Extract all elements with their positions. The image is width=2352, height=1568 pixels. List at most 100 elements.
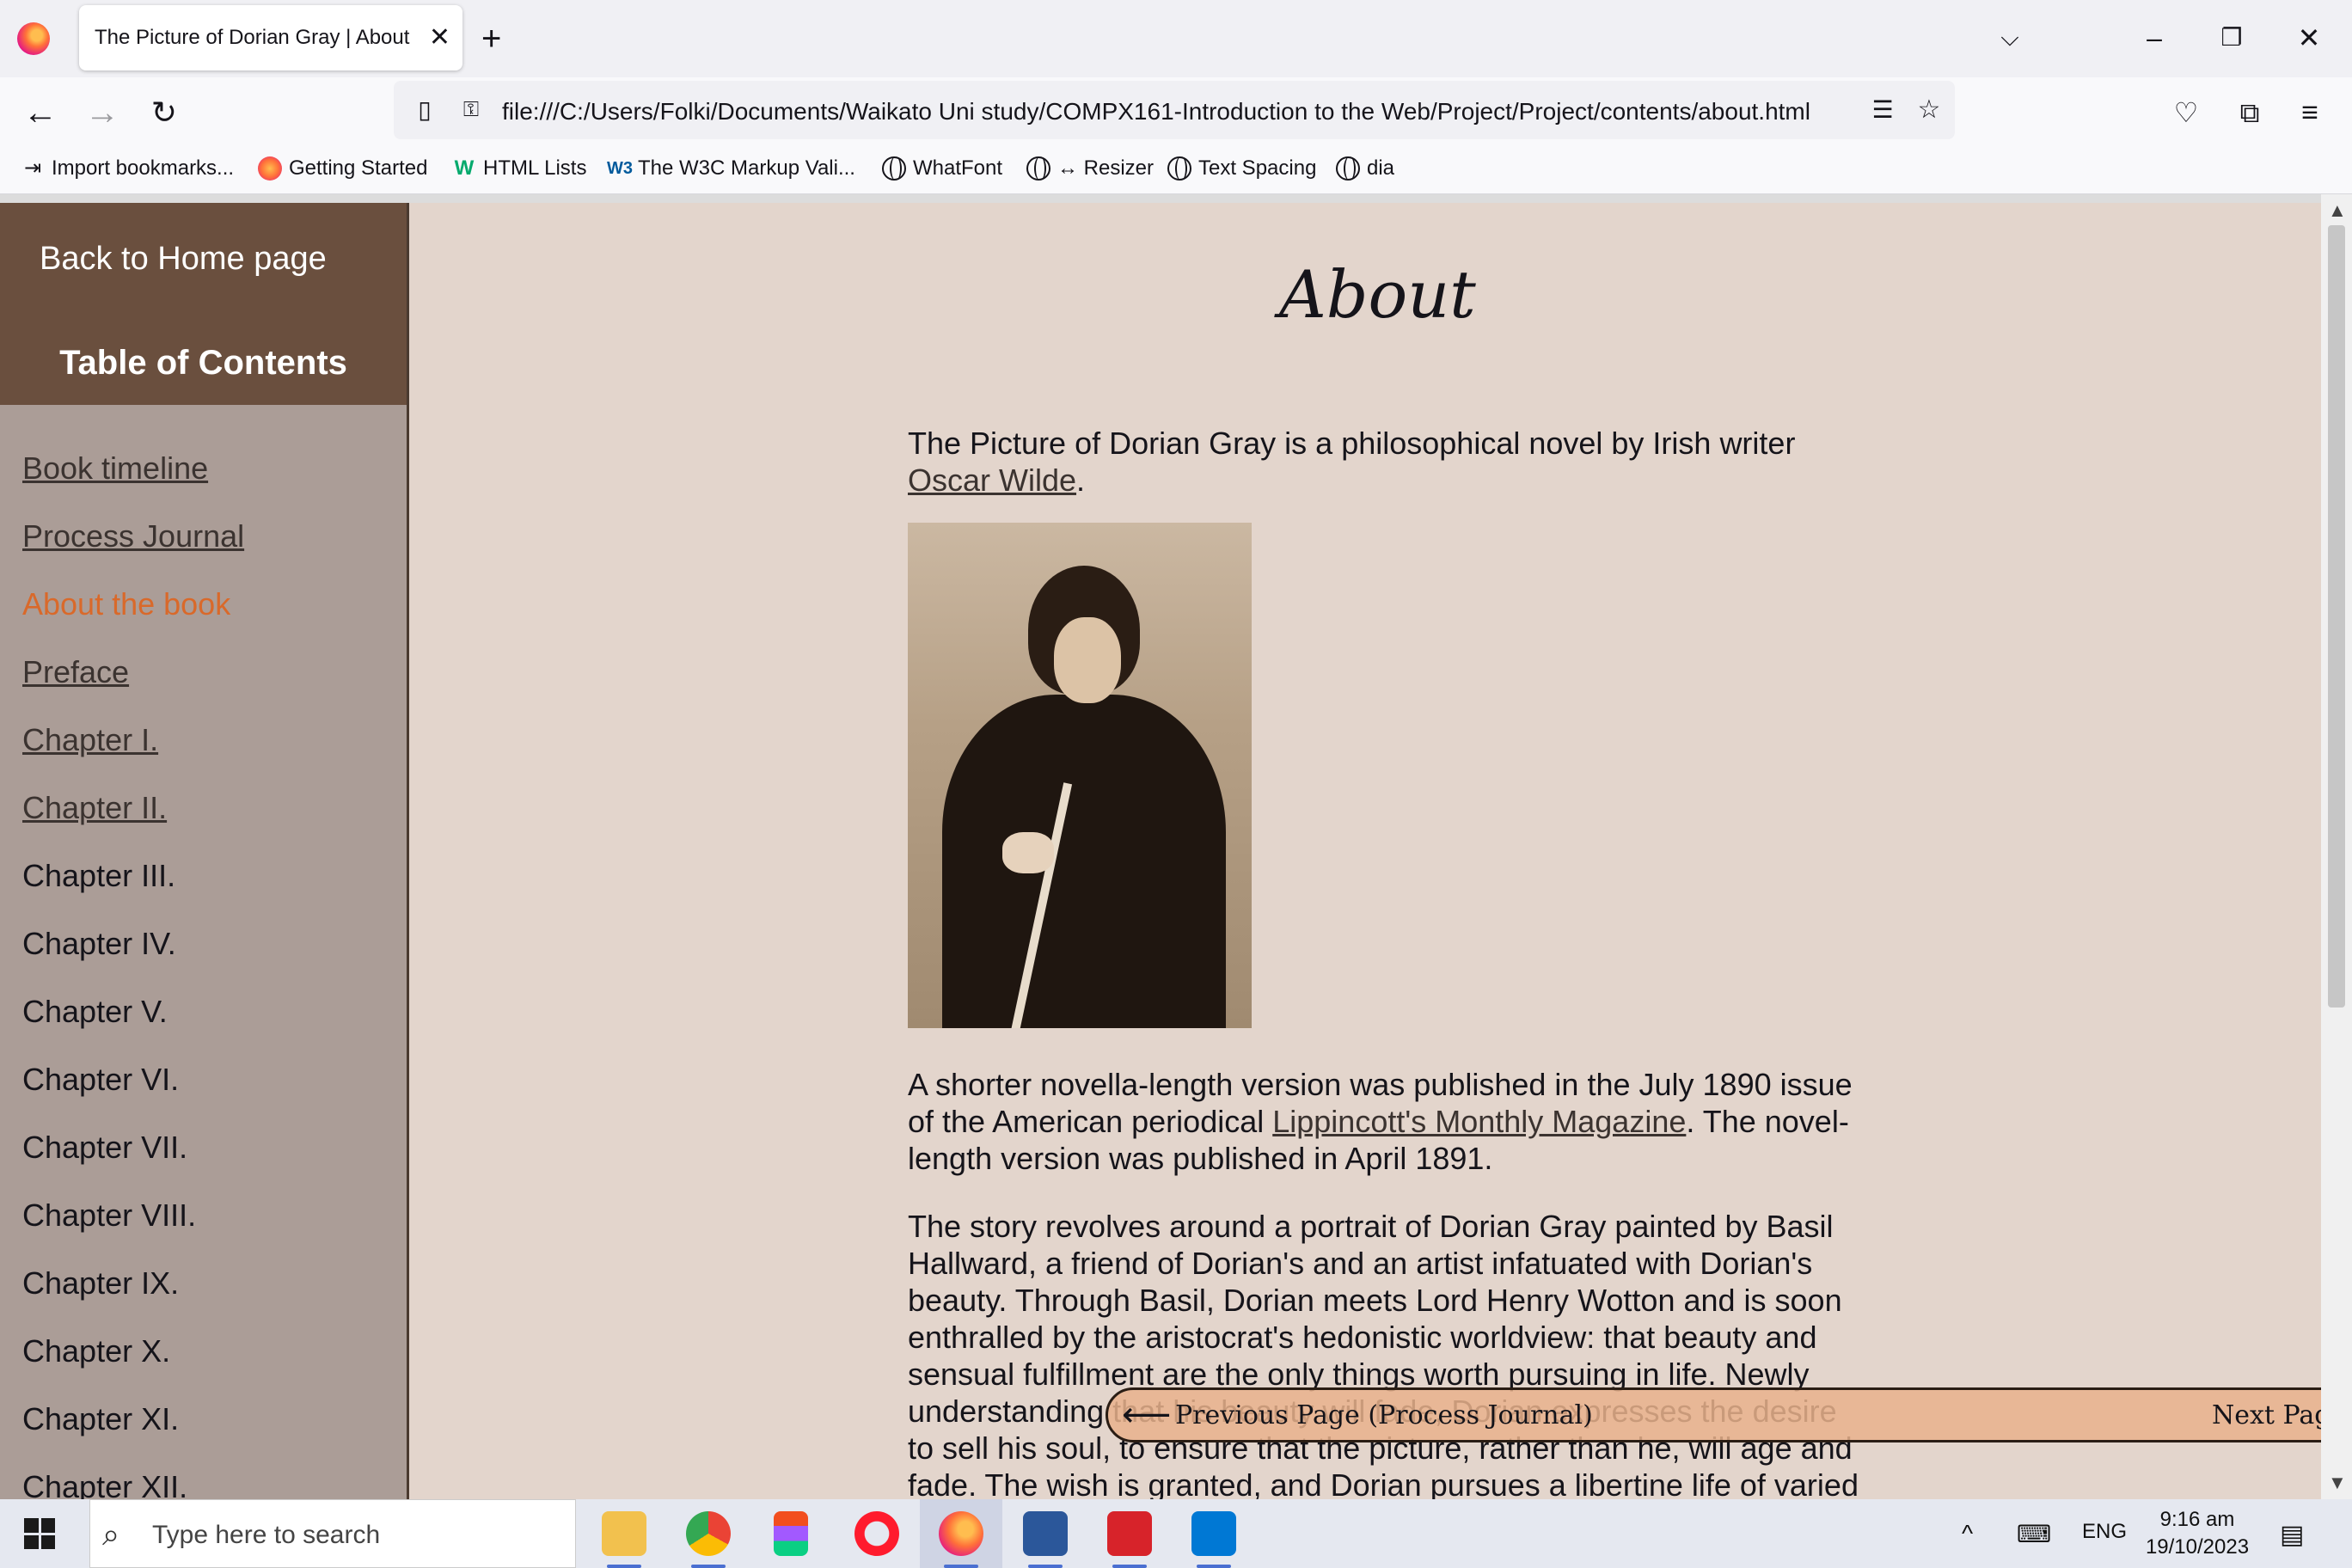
- bookmark-w3c-validator[interactable]: W3 The W3C Markup Vali...: [607, 156, 855, 181]
- close-tab-icon[interactable]: ✕: [429, 21, 450, 55]
- permissions-icon[interactable]: ⚿: [452, 91, 490, 129]
- oscar-wilde-link[interactable]: Oscar Wilde: [908, 462, 1076, 498]
- intro-paragraph: The Picture of Dorian Gray is a philosop…: [908, 425, 1871, 499]
- toc-item[interactable]: Book timeline: [22, 450, 208, 487]
- opera-icon[interactable]: [854, 1511, 899, 1556]
- bookmark-getting-started[interactable]: Getting Started: [258, 156, 427, 181]
- forward-icon[interactable]: →: [81, 91, 124, 134]
- word-icon[interactable]: [1023, 1511, 1068, 1556]
- firefox-icon: [258, 156, 282, 181]
- list-all-tabs-icon[interactable]: ⌵: [1984, 14, 2036, 62]
- scroll-up-icon[interactable]: ▲: [2328, 199, 2347, 222]
- oscar-wilde-portrait: [908, 523, 1252, 1028]
- toc-item[interactable]: Chapter VII.: [22, 1130, 187, 1166]
- search-icon: ⌕: [102, 1516, 120, 1552]
- toc-item[interactable]: Chapter II.: [22, 790, 167, 826]
- toc-item[interactable]: Preface: [22, 654, 129, 690]
- back-to-home-link[interactable]: Back to Home page: [40, 241, 327, 278]
- toc-item[interactable]: Chapter IV.: [22, 926, 176, 962]
- minimize-icon[interactable]: –: [2128, 14, 2180, 62]
- page-navigation-bar: ⟵ Previous Page (Process Journal) Next P…: [1106, 1387, 2352, 1442]
- running-indicator: [691, 1565, 726, 1568]
- bookmark-label: Text Spacing: [1198, 156, 1317, 180]
- intro-text: The Picture of Dorian Gray is a philosop…: [908, 426, 1796, 461]
- toc-item[interactable]: Process Journal: [22, 518, 244, 554]
- clock-date: 19/10/2023: [2145, 1535, 2250, 1559]
- toc-item[interactable]: Chapter X.: [22, 1333, 170, 1369]
- notifications-icon[interactable]: ▤: [2280, 1520, 2304, 1550]
- bookmark-html-lists[interactable]: W HTML Lists: [452, 156, 587, 181]
- running-indicator: [1112, 1565, 1147, 1568]
- scroll-down-icon[interactable]: ▼: [2328, 1472, 2347, 1494]
- back-icon[interactable]: ←: [19, 91, 62, 134]
- pocket-icon[interactable]: ♡: [2165, 91, 2208, 134]
- acrobat-icon[interactable]: [1107, 1511, 1152, 1556]
- page-title: About: [1279, 256, 1476, 333]
- bookmark-label: ↔ Resizer: [1057, 156, 1155, 180]
- touch-keyboard-icon[interactable]: ⌨: [2017, 1520, 2051, 1548]
- bookmark-label: WhatFont: [913, 156, 1003, 180]
- reload-icon[interactable]: ↻: [143, 91, 186, 134]
- toc-item[interactable]: Chapter V.: [22, 994, 168, 1030]
- bookmark-label: Import bookmarks...: [52, 156, 235, 180]
- import-icon: ⇥: [23, 156, 42, 180]
- globe-icon: [882, 156, 906, 181]
- scrollbar-thumb[interactable]: [2328, 225, 2345, 1008]
- running-indicator: [944, 1565, 978, 1568]
- toc-title: Table of Contents: [59, 344, 347, 382]
- sidebar-header: Back to Home page Table of Contents: [0, 203, 407, 405]
- menu-icon[interactable]: ≡: [2288, 91, 2331, 134]
- system-clock[interactable]: 9:16 am 19/10/2023: [2135, 1506, 2259, 1561]
- restore-icon[interactable]: ❐: [2206, 14, 2257, 62]
- running-indicator: [1028, 1565, 1063, 1568]
- new-tab-icon[interactable]: +: [481, 17, 501, 60]
- chrome-icon[interactable]: [686, 1511, 731, 1556]
- bookmark-label: dia: [1367, 156, 1395, 180]
- firefox-taskbar-icon[interactable]: [939, 1511, 983, 1556]
- figma-icon[interactable]: [774, 1511, 808, 1556]
- toc-item[interactable]: Chapter IX.: [22, 1265, 179, 1302]
- url-text[interactable]: file:///C:/Users/Folki/Documents/Waikato…: [502, 98, 1810, 126]
- taskbar-search[interactable]: ⌕ Type here to search: [89, 1499, 576, 1568]
- bookmark-dia[interactable]: dia: [1336, 156, 1394, 181]
- bookmark-star-icon[interactable]: ☆: [1910, 91, 1948, 129]
- w3schools-icon: W: [454, 156, 475, 180]
- vscode-icon[interactable]: [1191, 1511, 1236, 1556]
- story-paragraph: The story revolves around a portrait of …: [908, 1209, 1859, 1499]
- address-bar[interactable]: ▯ ⚿ file:///C:/Users/Folki/Documents/Wai…: [394, 81, 1955, 139]
- navigation-toolbar: ← → ↻ ▯ ⚿ file:///C:/Users/Folki/Documen…: [0, 77, 2352, 146]
- toc-item[interactable]: Chapter VIII.: [22, 1197, 196, 1234]
- bookmark-whatfont[interactable]: WhatFont: [882, 156, 1002, 181]
- toc-item[interactable]: Chapter VI.: [22, 1062, 179, 1098]
- windows-start-icon[interactable]: [24, 1518, 55, 1549]
- page-scrollbar[interactable]: ▲ ▼: [2321, 194, 2352, 1499]
- bookmarks-toolbar: ⇥ Import bookmarks... Getting Started W HT…: [0, 146, 2352, 194]
- bookmark-text-spacing[interactable]: Text Spacing: [1167, 156, 1316, 181]
- file-explorer-icon[interactable]: [602, 1511, 646, 1556]
- bookmark-label: Getting Started: [289, 156, 428, 180]
- lippincotts-link[interactable]: Lippincott's Monthly Magazine: [1272, 1104, 1686, 1139]
- bookmark-label: The W3C Markup Vali...: [638, 156, 855, 180]
- toc-item[interactable]: About the book: [22, 586, 230, 622]
- tab-active[interactable]: The Picture of Dorian Gray | About ✕: [79, 5, 462, 70]
- publication-paragraph: A shorter novella-length version was pub…: [908, 1066, 1871, 1177]
- extensions-icon[interactable]: ⧉: [2228, 91, 2271, 134]
- toc-item[interactable]: Chapter I.: [22, 722, 158, 758]
- intro-end: .: [1076, 462, 1086, 498]
- tab-title: The Picture of Dorian Gray | About: [95, 26, 410, 49]
- bookmark-resizer[interactable]: ↔ Resizer: [1026, 156, 1154, 181]
- left-arrow-icon[interactable]: ⟵: [1122, 1395, 1171, 1435]
- clock-time: 9:16 am: [2159, 1508, 2235, 1531]
- toc-item[interactable]: Chapter III.: [22, 858, 175, 894]
- page-viewport: Back to Home page Table of Contents Book…: [0, 194, 2352, 1499]
- close-window-icon[interactable]: ✕: [2283, 14, 2335, 62]
- toc-item[interactable]: Chapter XII.: [22, 1469, 187, 1499]
- firefox-icon[interactable]: [17, 22, 50, 55]
- show-hidden-icons-icon[interactable]: ^: [1962, 1520, 1973, 1547]
- bookmark-import[interactable]: ⇥ Import bookmarks...: [21, 156, 234, 181]
- previous-page-link[interactable]: Previous Page (Process Journal): [1175, 1400, 1593, 1430]
- toc-item[interactable]: Chapter XI.: [22, 1401, 179, 1437]
- globe-icon: [1026, 156, 1050, 181]
- language-indicator[interactable]: ENG: [2082, 1520, 2127, 1544]
- reader-view-icon[interactable]: ☰: [1864, 91, 1902, 129]
